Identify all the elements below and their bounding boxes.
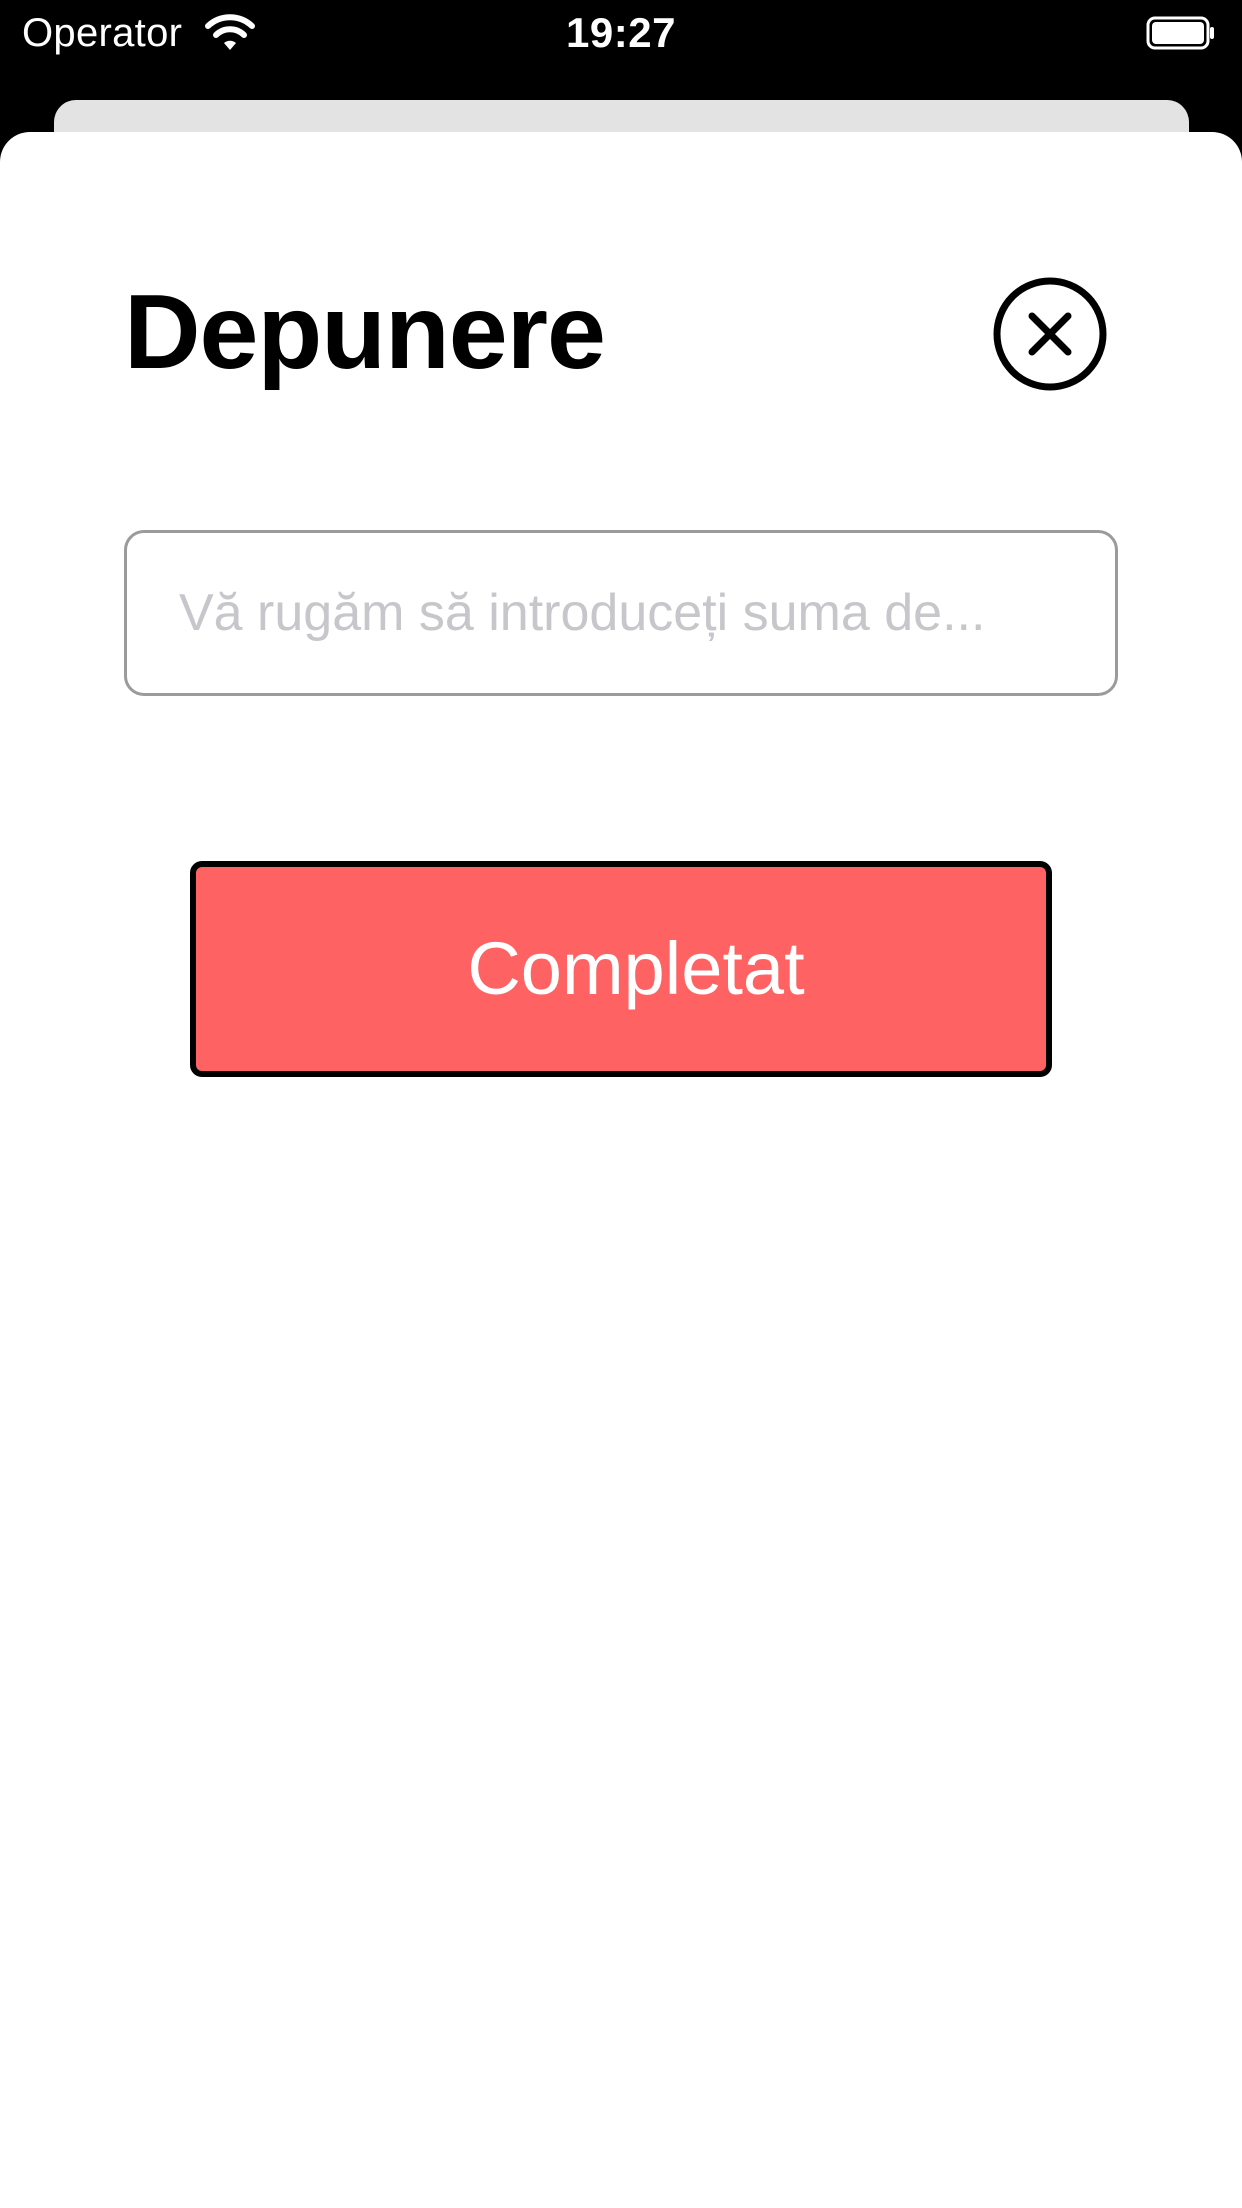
- close-button[interactable]: [991, 275, 1109, 393]
- submit-button[interactable]: Completat: [190, 861, 1052, 1077]
- status-bar: Operator 19:27: [0, 0, 1242, 66]
- deposit-sheet: Depunere Completat: [0, 132, 1242, 2208]
- page-title: Depunere: [124, 273, 606, 391]
- clock: 19:27: [566, 9, 676, 56]
- screen: Operator 19:27 Depunere Vă rugăm să intr…: [0, 0, 1242, 2208]
- amount-input[interactable]: [124, 530, 1118, 696]
- battery-icon: [1146, 16, 1216, 50]
- close-circle-icon: [993, 277, 1107, 391]
